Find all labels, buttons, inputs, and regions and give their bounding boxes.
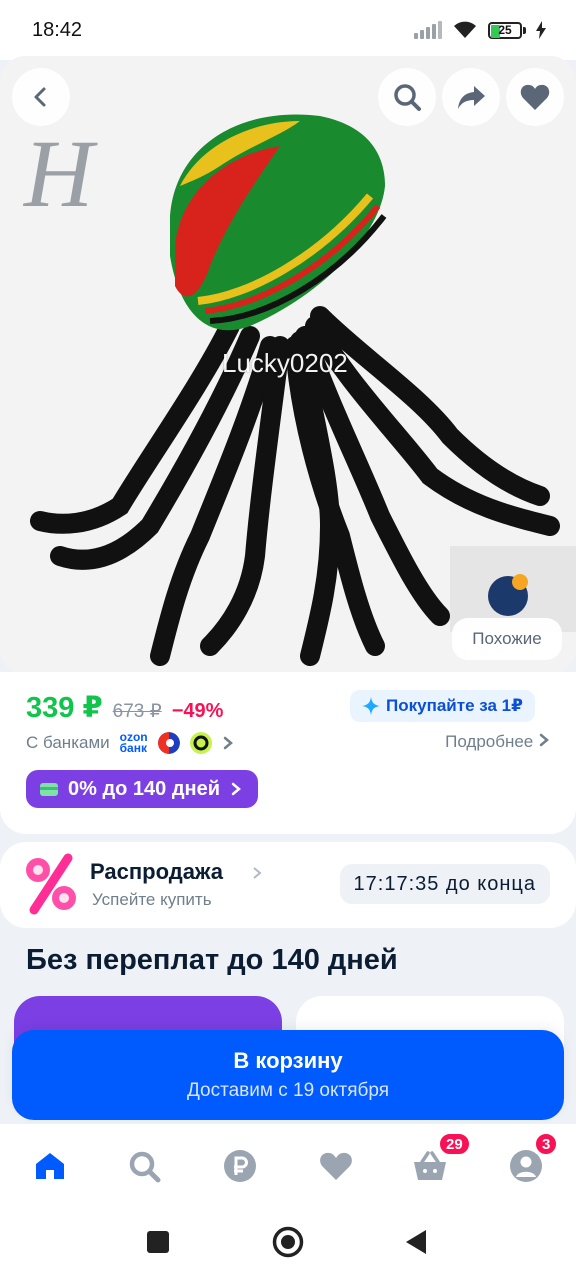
charging-icon [536, 21, 546, 39]
sale-subtitle: Успейте купить [92, 890, 212, 909]
add-to-cart-button[interactable]: В корзину Доставим с 19 октября [12, 1030, 564, 1120]
discount-percent: −49% [171, 700, 224, 722]
details-label: Подробнее [445, 732, 534, 751]
cart-count-badge: 29 [438, 1132, 471, 1156]
ozon-bank-logo: ozon банк [119, 731, 148, 755]
chevron-right-icon [539, 733, 549, 747]
ozon-bank-line2: банк [119, 741, 147, 755]
old-price: 673 ₽ [112, 701, 162, 722]
buy-for-label: Покупайте за 1₽ [386, 696, 523, 715]
details-link[interactable]: Подробнее [445, 732, 550, 752]
search-icon [129, 1151, 161, 1183]
sale-banner[interactable]: Распродажа Успейте купить 17:17:35 до ко… [0, 842, 576, 928]
search-button[interactable] [378, 68, 436, 126]
image-watermark: Lucky0202 [222, 348, 348, 378]
bank-label: С банками [26, 733, 110, 752]
heart-icon [520, 84, 550, 110]
status-icons: 25 [414, 20, 546, 40]
profile-icon [510, 1150, 542, 1182]
back-triangle-icon[interactable] [404, 1228, 428, 1256]
back-button[interactable] [12, 68, 70, 126]
bank-logo-icon [157, 732, 180, 754]
sparkle-icon [362, 697, 380, 715]
price-row: 339 ₽ 673 ₽ −49% [26, 690, 223, 725]
bank-row[interactable]: С банками ozon банк [26, 731, 234, 755]
nav-home[interactable] [26, 1142, 74, 1190]
sale-countdown: 17:17:35 до конца [339, 864, 550, 904]
credit-offer-button[interactable]: 0% до 140 дней [26, 770, 259, 808]
status-bar: 18:42 25 [0, 0, 576, 60]
cart-basket-icon [414, 1151, 446, 1180]
ruble-icon [224, 1150, 256, 1182]
share-button[interactable] [442, 68, 500, 126]
battery-level: 25 [498, 23, 512, 37]
installment-section-title: Без переплат до 140 дней [26, 944, 398, 976]
nav-search[interactable] [120, 1142, 168, 1190]
nav-favorites[interactable] [312, 1142, 360, 1190]
delivery-date: Доставим с 19 октября [186, 1080, 390, 1101]
share-arrow-icon [458, 86, 485, 109]
signal-icon [414, 21, 442, 39]
nav-finance[interactable] [216, 1142, 264, 1190]
chevron-right-icon [223, 736, 233, 750]
buy-for-1-rub-badge[interactable]: Покупайте за 1₽ [350, 690, 535, 722]
bank-logo-icon-2 [189, 732, 212, 754]
system-nav-bar [0, 1200, 576, 1280]
favorite-button[interactable] [506, 68, 564, 126]
current-price: 339 ₽ [26, 692, 103, 724]
sale-title: Распродажа [90, 859, 224, 884]
similar-button[interactable]: Похожие [452, 618, 562, 660]
profile-notification-badge: 3 [534, 1132, 559, 1156]
home-circle-icon[interactable] [272, 1226, 304, 1258]
wifi-icon [454, 21, 476, 38]
percent-icon [26, 853, 76, 915]
search-icon [394, 84, 421, 111]
chevron-left-icon [34, 87, 46, 107]
heart-icon [320, 1152, 352, 1180]
status-time: 18:42 [32, 18, 83, 41]
recent-apps-icon[interactable] [146, 1230, 170, 1254]
add-to-cart-label: В корзину [233, 1048, 343, 1073]
product-gallery[interactable]: H Lucky0202 Похожие [0, 56, 576, 674]
seller-logo: H [24, 120, 94, 227]
home-icon [36, 1153, 64, 1179]
card-icon [40, 782, 58, 796]
battery-icon: 25 [488, 21, 526, 39]
price-card: 339 ₽ 673 ₽ −49% Покупайте за 1₽ С банка… [0, 672, 576, 834]
credit-label: 0% до 140 дней [68, 777, 221, 800]
chevron-right-icon [231, 782, 242, 796]
chevron-right-icon [253, 867, 262, 879]
